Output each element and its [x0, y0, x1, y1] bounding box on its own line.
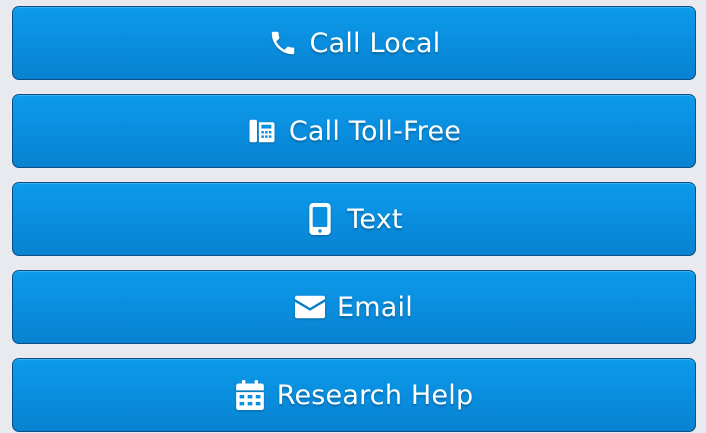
email-label: Email	[337, 291, 413, 323]
text-button[interactable]: Text	[12, 182, 696, 256]
phone-icon	[268, 27, 298, 59]
call-local-button[interactable]: Call Local	[12, 6, 696, 80]
call-toll-free-label: Call Toll-Free	[288, 115, 462, 147]
envelope-icon	[295, 291, 326, 323]
contact-options: Call Local Call Toll-Free Text Email Res…	[0, 0, 706, 433]
research-help-button[interactable]: Research Help	[12, 358, 696, 432]
call-local-label: Call Local	[309, 27, 441, 59]
email-button[interactable]: Email	[12, 270, 696, 344]
research-help-label: Research Help	[276, 379, 474, 411]
call-toll-free-button[interactable]: Call Toll-Free	[12, 94, 696, 168]
calendar-icon	[235, 379, 265, 411]
mobile-icon	[305, 203, 335, 235]
fax-icon	[247, 115, 277, 147]
text-label: Text	[347, 203, 403, 235]
